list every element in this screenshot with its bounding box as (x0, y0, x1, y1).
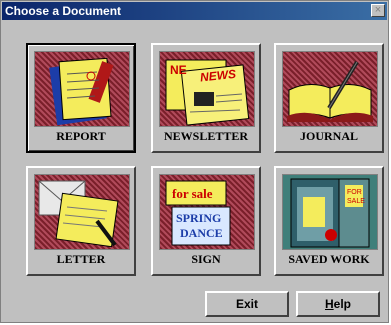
journal-illustration (282, 51, 378, 127)
tile-newsletter[interactable]: NE NEWS NEWSLETTER (151, 43, 261, 153)
window-title: Choose a Document (5, 4, 122, 18)
close-button[interactable]: × (371, 4, 385, 17)
art-text-sale: SALE (347, 198, 365, 205)
sign-icon: for sale SPRING DANCE (165, 180, 231, 246)
report-illustration (34, 51, 130, 127)
help-mnemonic: H (324, 297, 334, 311)
help-button[interactable]: Help (296, 291, 380, 317)
newspaper-icon: NE NEWS (165, 59, 250, 126)
tile-label: SIGN (191, 252, 221, 266)
tile-letter[interactable]: LETTER (26, 166, 136, 276)
tile-sign[interactable]: for sale SPRING DANCE SIGN (151, 166, 261, 276)
tile-label: LETTER (56, 252, 106, 266)
choose-document-dialog: Choose a Document × REPORT NE NEWS NEWSL… (0, 0, 389, 323)
art-text-ne: NE (170, 63, 187, 77)
title-bar: Choose a Document × (2, 2, 387, 20)
art-text-spring: SPRING (176, 211, 221, 225)
sign-illustration: for sale SPRING DANCE (159, 174, 255, 250)
saved-work-illustration: FOR SALE (282, 174, 378, 250)
tile-label: REPORT (56, 129, 106, 143)
exit-button-label: Exit (235, 297, 258, 311)
art-text-dance: DANCE (180, 226, 223, 240)
letter-illustration (34, 174, 130, 250)
report-icon (49, 57, 114, 126)
exit-button[interactable]: Exit (205, 291, 289, 317)
letter-icon (38, 180, 119, 248)
newsletter-illustration: NE NEWS (159, 51, 255, 127)
tile-report[interactable]: REPORT (26, 43, 136, 153)
tile-label: NEWSLETTER (163, 129, 249, 143)
tile-label: JOURNAL (299, 129, 358, 143)
help-button-label: elp (333, 297, 351, 311)
tile-label: SAVED WORK (288, 252, 370, 266)
tile-saved-work[interactable]: FOR SALE SAVED WORK (274, 166, 384, 276)
tile-journal[interactable]: JOURNAL (274, 43, 384, 153)
locker-icon: FOR SALE (290, 178, 370, 248)
art-text-for: FOR (347, 189, 362, 196)
art-text-for-sale: for sale (172, 186, 213, 201)
open-book-icon (287, 60, 373, 122)
